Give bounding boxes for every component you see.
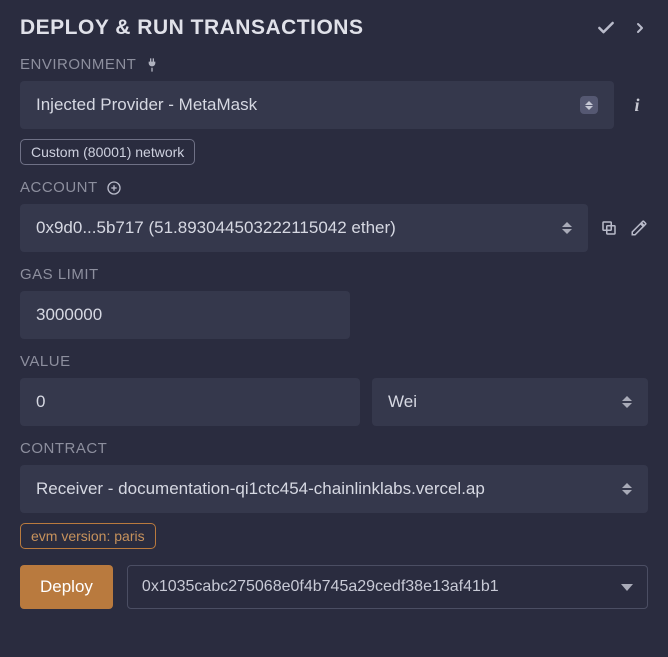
network-badge: Custom (80001) network	[20, 139, 195, 165]
updown-icon	[622, 483, 632, 495]
environment-section: ENVIRONMENT Injected Provider - MetaMask…	[20, 56, 648, 165]
environment-selected: Injected Provider - MetaMask	[36, 95, 257, 115]
updown-icon	[562, 222, 572, 234]
copy-icon[interactable]	[600, 219, 618, 237]
value-unit-select[interactable]: Wei	[372, 378, 648, 426]
deploy-panel: DEPLOY & RUN TRANSACTIONS ENVIRONMENT In…	[0, 0, 668, 639]
deploy-button[interactable]: Deploy	[20, 565, 113, 609]
chevron-down-icon	[621, 584, 633, 591]
info-icon[interactable]: i	[626, 95, 648, 116]
updown-icon	[580, 96, 598, 114]
plug-icon	[144, 57, 160, 73]
evm-version-badge: evm version: paris	[20, 523, 156, 549]
contract-section: CONTRACT Receiver - documentation-qi1ctc…	[20, 440, 648, 609]
account-section: ACCOUNT 0x9d0...5b717 (51.89304450322211…	[20, 179, 648, 252]
environment-select[interactable]: Injected Provider - MetaMask	[20, 81, 614, 129]
environment-label: ENVIRONMENT	[20, 56, 136, 73]
value-input[interactable]	[20, 378, 360, 426]
account-selected: 0x9d0...5b717 (51.893044503222115042 eth…	[36, 218, 396, 238]
value-label: VALUE	[20, 353, 71, 370]
contract-select[interactable]: Receiver - documentation-qi1ctc454-chain…	[20, 465, 648, 513]
contract-label: CONTRACT	[20, 440, 107, 457]
deploy-address-value: 0x1035cabc275068e0f4b745a29cedf38e13af41…	[142, 578, 499, 596]
panel-header: DEPLOY & RUN TRANSACTIONS	[20, 16, 648, 40]
page-title: DEPLOY & RUN TRANSACTIONS	[20, 16, 363, 40]
account-select[interactable]: 0x9d0...5b717 (51.893044503222115042 eth…	[20, 204, 588, 252]
gas-limit-section: GAS LIMIT	[20, 266, 648, 339]
account-label: ACCOUNT	[20, 179, 98, 196]
check-icon[interactable]	[596, 18, 616, 38]
updown-icon	[622, 396, 632, 408]
deploy-address-field[interactable]: 0x1035cabc275068e0f4b745a29cedf38e13af41…	[127, 565, 648, 609]
contract-selected: Receiver - documentation-qi1ctc454-chain…	[36, 479, 622, 499]
header-actions	[596, 18, 648, 38]
edit-icon[interactable]	[630, 219, 648, 237]
chevron-right-icon[interactable]	[632, 20, 648, 36]
value-unit-selected: Wei	[388, 392, 417, 412]
add-account-icon[interactable]	[106, 180, 122, 196]
gas-limit-input[interactable]	[20, 291, 350, 339]
gas-limit-label: GAS LIMIT	[20, 266, 99, 283]
value-section: VALUE Wei	[20, 353, 648, 426]
